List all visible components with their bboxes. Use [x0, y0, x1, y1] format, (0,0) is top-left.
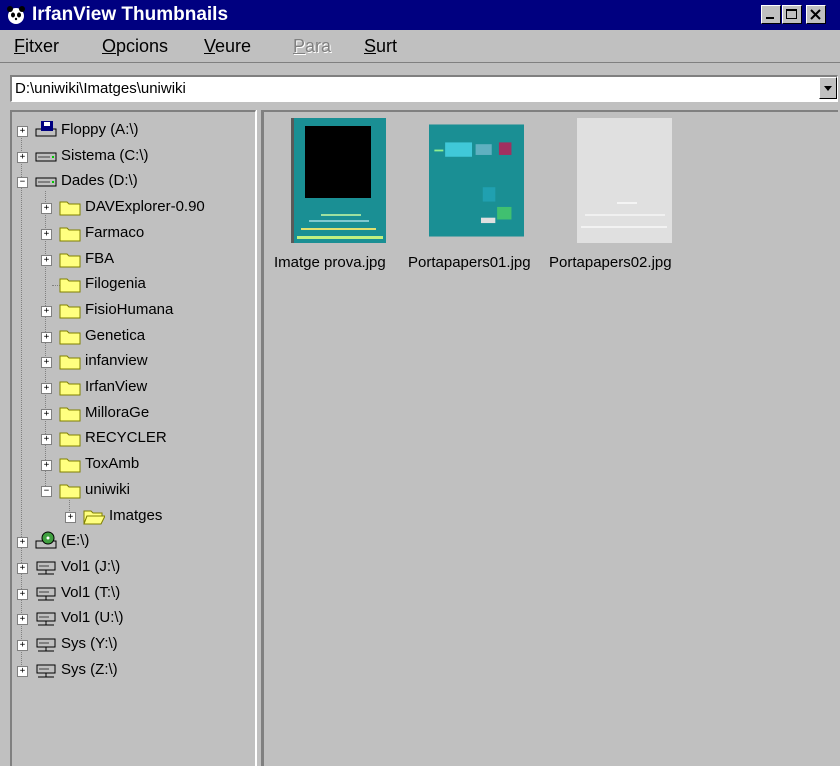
folder-icon	[59, 197, 81, 217]
floppy-drive-icon	[35, 120, 57, 140]
network-drive-icon	[35, 634, 57, 654]
tree-expander-icon[interactable]: +	[17, 588, 28, 600]
minimize-icon	[766, 17, 774, 19]
tree-expander-icon[interactable]: +	[41, 383, 52, 394]
menu-para[interactable]: Para	[293, 36, 331, 57]
menu-opcions[interactable]: Opcions	[102, 36, 168, 57]
tree-expander-icon[interactable]: +	[41, 408, 52, 420]
tree-item-label[interactable]: Sistema (C:\)	[61, 147, 149, 164]
open-folder-icon	[83, 506, 106, 526]
tree-expander-icon[interactable]: +	[17, 665, 28, 677]
tree-expander-icon[interactable]: +	[17, 562, 28, 574]
tree-expander-icon[interactable]: −	[17, 177, 28, 189]
close-button[interactable]	[806, 5, 826, 24]
tree-item-label[interactable]: Imatges	[109, 507, 162, 524]
hard-drive-icon	[35, 146, 57, 166]
tree-expander-icon[interactable]: +	[41, 305, 52, 317]
folder-icon	[59, 300, 81, 320]
folder-icon	[59, 403, 81, 423]
tree-expander-icon[interactable]: +	[41, 228, 52, 240]
tree-expander-icon[interactable]: +	[17, 640, 28, 651]
tree-item-label[interactable]: Sys (Y:\)	[61, 635, 118, 652]
window-title: IrfanView Thumbnails	[32, 4, 229, 25]
title-bar[interactable]: IrfanView Thumbnails	[0, 0, 840, 30]
cd-drive-icon	[35, 531, 57, 551]
thumbnail-filename: Imatge prova.jpg	[274, 254, 386, 271]
maximize-button[interactable]	[782, 5, 802, 24]
folder-icon	[59, 326, 81, 346]
tree-item-label[interactable]: infanview	[85, 352, 148, 369]
tree-expander-icon[interactable]: +	[17, 537, 28, 549]
hard-drive-icon	[35, 171, 57, 191]
tree-item-label[interactable]: (E:\)	[61, 532, 89, 549]
tree-expander-icon[interactable]: +	[41, 203, 52, 215]
tree-expander-icon[interactable]: +	[65, 511, 76, 523]
network-drive-icon	[35, 660, 57, 680]
tree-item-label[interactable]: Farmaco	[85, 224, 144, 241]
folder-icon	[59, 454, 81, 474]
tree-item-label[interactable]: MilloraGe	[85, 404, 149, 421]
chevron-down-icon	[824, 86, 832, 91]
thumbnail-filename: Portapapers02.jpg	[549, 254, 672, 271]
folder-icon	[59, 249, 81, 269]
path-combobox[interactable]: D:\uniwiki\Imatges\uniwiki	[10, 75, 838, 102]
minimize-button[interactable]	[761, 5, 781, 24]
tree-expander-icon[interactable]: +	[41, 434, 52, 446]
maximize-icon	[786, 9, 797, 19]
tree-item-label[interactable]: Vol1 (U:\)	[61, 609, 124, 626]
tree-item-label[interactable]: RECYCLER	[85, 429, 167, 446]
tree-expander-icon[interactable]: +	[41, 254, 52, 266]
tree-expander-icon[interactable]: +	[41, 331, 52, 343]
tree-expander-icon[interactable]: +	[41, 357, 52, 369]
folder-icon	[59, 377, 81, 397]
tree-item-label[interactable]: uniwiki	[85, 481, 130, 498]
folder-icon	[59, 223, 81, 243]
tree-expander-icon[interactable]: +	[17, 151, 28, 163]
tree-item-label[interactable]: Dades (D:\)	[61, 172, 138, 189]
folder-icon	[59, 274, 81, 294]
path-text[interactable]: D:\uniwiki\Imatges\uniwiki	[15, 80, 186, 97]
menu-fitxer[interactable]: Fitxer	[14, 36, 59, 57]
tree-expander-icon[interactable]: +	[17, 126, 28, 137]
thumbnail-pane[interactable]: Imatge prova.jpg Portapapers01.jpg Porta…	[262, 110, 838, 766]
tree-expander-icon[interactable]: +	[17, 614, 28, 626]
folder-icon	[59, 351, 81, 371]
menu-bar: Fitxer Opcions Veure Para Surt	[0, 32, 840, 63]
network-drive-icon	[35, 557, 57, 577]
tree-item-label[interactable]: Filogenia	[85, 275, 146, 292]
network-drive-icon	[35, 583, 57, 603]
tree-item-label[interactable]: FBA	[85, 250, 114, 267]
tree-item-label[interactable]: FisioHumana	[85, 301, 173, 318]
tree-item-label[interactable]: Sys (Z:\)	[61, 661, 118, 678]
close-icon	[810, 9, 821, 20]
thumbnail-image-portapapers02[interactable]	[577, 118, 672, 243]
tree-item-label[interactable]: Genetica	[85, 327, 145, 344]
panda-icon[interactable]	[6, 5, 26, 25]
tree-item-label[interactable]: DAVExplorer-0.90	[85, 198, 205, 215]
tree-item-label[interactable]: Vol1 (T:\)	[61, 584, 120, 601]
folder-tree[interactable]: + Floppy (A:\) + Sistema (C:\) − Dades (D:\) +…	[10, 110, 256, 766]
tree-item-label[interactable]: IrfanView	[85, 378, 147, 395]
thumbnail-filename: Portapapers01.jpg	[408, 254, 531, 271]
folder-icon	[59, 480, 81, 500]
folder-icon	[59, 428, 81, 448]
tree-item-label[interactable]: Floppy (A:\)	[61, 121, 139, 138]
network-drive-icon	[35, 608, 57, 628]
tree-expander-icon[interactable]: −	[41, 485, 52, 497]
menu-surt[interactable]: Surt	[364, 36, 397, 57]
path-dropdown-button[interactable]	[819, 77, 837, 99]
tree-expander-icon[interactable]: +	[41, 460, 52, 472]
tree-item-label[interactable]: Vol1 (J:\)	[61, 558, 120, 575]
thumbnail-image-portapapers01[interactable]	[429, 118, 524, 243]
tree-item-label[interactable]: ToxAmb	[85, 455, 139, 472]
thumbnail-image-prova[interactable]	[291, 118, 386, 243]
menu-veure[interactable]: Veure	[204, 36, 251, 57]
